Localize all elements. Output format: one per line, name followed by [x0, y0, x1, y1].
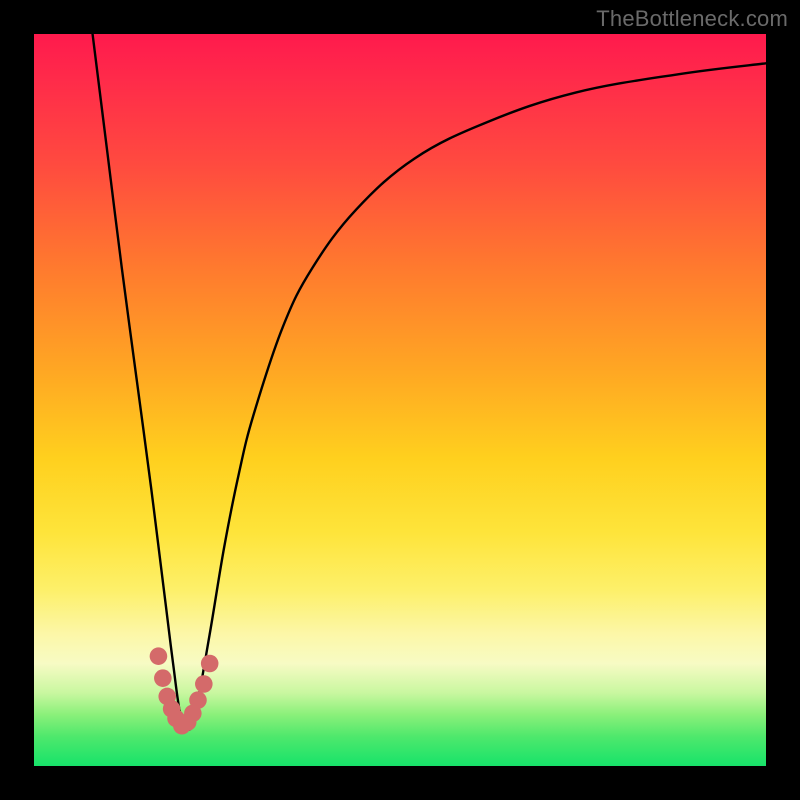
- trough-marker: [154, 669, 172, 687]
- curve-svg: [34, 34, 766, 766]
- chart-frame: TheBottleneck.com: [0, 0, 800, 800]
- bottleneck-curve: [93, 34, 766, 730]
- trough-marker: [195, 675, 213, 693]
- trough-marker-group: [150, 647, 219, 734]
- trough-marker: [201, 655, 219, 673]
- trough-marker: [189, 691, 207, 709]
- watermark-text: TheBottleneck.com: [596, 6, 788, 32]
- plot-area: [34, 34, 766, 766]
- trough-marker: [150, 647, 168, 665]
